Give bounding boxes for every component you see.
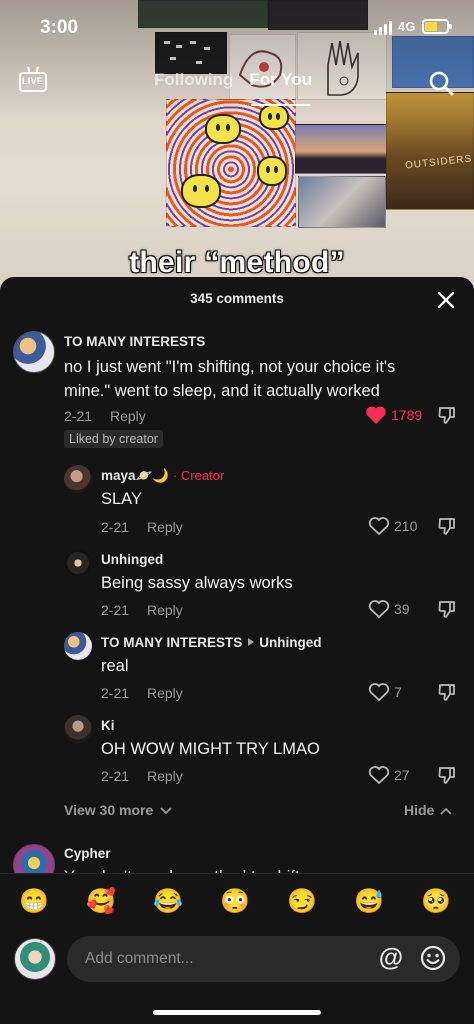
status-bar: 3:00 4G [0,0,474,56]
reply-username[interactable]: maya🪐🌙 · Creator [101,468,224,484]
close-icon[interactable] [436,290,456,310]
face-icon [181,174,221,208]
chevron-up-icon [440,807,452,815]
heart-outline-icon [368,683,390,702]
reply-date: 2-21 [101,602,130,618]
heart-outline-icon [368,600,390,619]
like-button[interactable]: 7 [368,682,402,702]
reply-text[interactable]: OH WOW MIGHT TRY LMAO [101,737,320,761]
wall-poster [295,124,387,174]
comment-date: 2-21 [64,408,93,424]
avatar[interactable] [13,844,55,873]
dislike-icon[interactable] [437,405,457,425]
dislike-icon[interactable] [437,682,457,702]
feed-tabs: Following For You [148,68,318,106]
emoji-sweat-smile-button[interactable]: 😅 [354,887,384,917]
emoji-smirk-button[interactable]: 😏 [287,887,317,917]
like-button[interactable]: 210 [368,516,417,536]
emoji-pleading-button[interactable]: 🥺 [421,887,451,917]
emoji-flushed-button[interactable]: 😳 [220,887,250,917]
emoji-hearts-button[interactable]: 🥰 [86,887,116,917]
dislike-icon[interactable] [437,516,457,536]
current-user-avatar [14,938,56,980]
status-time: 3:00 [40,17,79,38]
heart-outline-icon [368,517,390,536]
avatar[interactable] [64,632,92,660]
reply-date: 2-21 [101,519,130,535]
comment-username[interactable]: Cypher [64,846,111,861]
view-more-replies-button[interactable]: View 30 more [64,802,172,818]
search-icon[interactable] [428,70,454,96]
like-count: 27 [394,767,410,783]
tab-for-you[interactable]: For You [243,68,318,106]
comments-count-title: 345 comments [190,291,284,306]
reply-date: 2-21 [101,685,130,701]
reply-username[interactable]: Ki [101,718,115,733]
like-count: 210 [394,518,418,534]
reply-text[interactable]: Being sassy always works [101,571,293,595]
reply-arrow-icon [248,638,255,646]
network-label: 4G [398,19,416,34]
emoji-picker-icon[interactable] [420,945,446,971]
quick-emoji-bar: 😁 🥰 😂 😳 😏 😅 🥺 [0,873,474,931]
reply-button[interactable]: Reply [147,519,183,535]
creator-tag: · Creator [172,468,225,483]
reply-button[interactable]: Reply [147,685,183,701]
like-count: 1789 [391,407,423,423]
tab-following[interactable]: Following [148,68,239,100]
face-icon [257,156,287,186]
avatar[interactable] [64,715,92,743]
chevron-down-icon [160,807,172,815]
live-label: LIVE [22,76,44,86]
reply-username[interactable]: TO MANY INTERESTS Unhinged [101,635,322,650]
poster-text: OUTSIDERS [404,153,473,172]
comment-text[interactable]: no I just went "I'm shifting, not your c… [64,355,444,403]
avatar[interactable] [64,549,92,577]
like-button[interactable]: 39 [368,599,410,619]
reply-text[interactable]: real [101,654,129,678]
liked-by-creator-badge: Liked by creator [64,430,163,448]
reply-text[interactable]: SLAY [101,487,142,511]
dislike-icon[interactable] [437,599,457,619]
like-button[interactable]: 27 [368,765,410,785]
comment-text[interactable]: You don't need a method to shift [64,865,444,873]
comment-input-row: @ [0,931,474,1024]
signal-icon [374,21,394,35]
reply-date: 2-21 [101,768,130,784]
like-button[interactable]: 1789 [365,405,422,425]
dislike-icon[interactable] [437,765,457,785]
reply-button[interactable]: Reply [147,768,183,784]
mention-icon[interactable]: @ [377,944,405,972]
comments-list[interactable]: TO MANY INTERESTS no I just went "I'm sh… [0,325,474,873]
reply-username[interactable]: Unhinged [101,552,163,567]
emoji-grin-button[interactable]: 😁 [19,887,49,917]
comment-username[interactable]: TO MANY INTERESTS [64,334,205,349]
battery-icon [422,19,452,34]
hide-replies-button[interactable]: Hide [404,802,452,818]
avatar[interactable] [13,331,55,373]
username-emoji: 🪐🌙 [135,468,170,483]
like-count: 39 [394,601,410,617]
home-indicator[interactable] [153,1010,321,1015]
comments-sheet: 345 comments TO MANY INTERESTS no I just… [0,277,474,1024]
reply-button[interactable]: Reply [110,408,146,424]
heart-outline-icon [368,766,390,785]
avatar[interactable] [64,465,92,493]
reply-button[interactable]: Reply [147,602,183,618]
reply-to-username[interactable]: Unhinged [259,635,321,650]
live-icon[interactable]: LIVE [19,66,47,93]
heart-filled-icon [366,406,386,424]
like-count: 7 [394,684,402,700]
wall-poster [298,176,386,228]
emoji-laugh-button[interactable]: 😂 [153,887,183,917]
video-caption: their “method” [129,246,345,279]
